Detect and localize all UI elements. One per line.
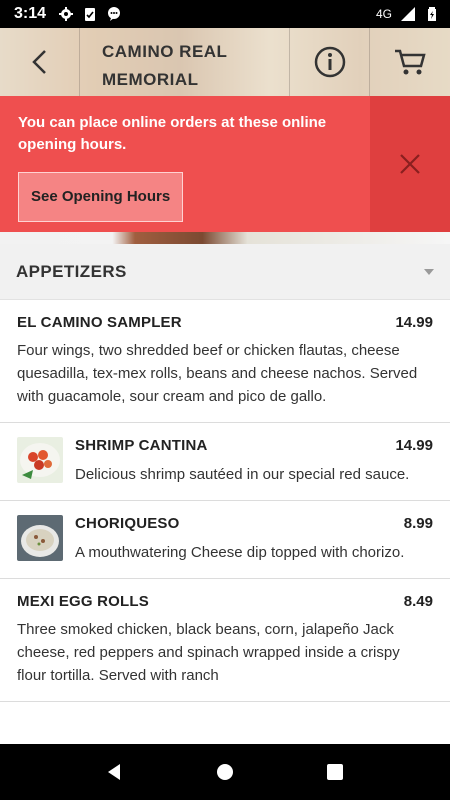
menu-item[interactable]: SHRIMP CANTINA 14.99 Delicious shrimp sa… — [0, 423, 450, 501]
clipboard-check-icon — [85, 8, 96, 21]
category-header-appetizers[interactable]: APPETIZERS — [0, 244, 450, 300]
menu-item[interactable]: CHORIQUESO 8.99 A mouthwatering Cheese d… — [0, 501, 450, 579]
menu-item-name: EL CAMINO SAMPLER — [17, 314, 182, 331]
menu-item-description: Delicious shrimp sautéed in our special … — [75, 466, 410, 483]
banner-close-button[interactable] — [370, 96, 450, 232]
menu-item-thumbnail — [17, 515, 63, 561]
restaurant-title-line1: CAMINO REAL — [102, 42, 228, 61]
info-button[interactable] — [290, 28, 370, 96]
system-navigation-bar — [0, 744, 450, 800]
menu-item-name: SHRIMP CANTINA — [75, 437, 208, 454]
restaurant-title-line2: MEMORIAL — [102, 70, 199, 89]
menu-item-description: Three smoked chicken, black beans, corn,… — [17, 621, 400, 684]
status-system-icons: 4G — [376, 6, 440, 22]
status-bar: 3:14 4G — [0, 0, 450, 28]
chat-bubble-icon — [108, 7, 121, 21]
info-icon — [314, 46, 345, 78]
category-title: APPETIZERS — [16, 261, 127, 281]
cart-icon — [395, 49, 426, 75]
restaurant-title: CAMINO REAL MEMORIAL — [80, 28, 290, 96]
menu-item-name: MEXI EGG ROLLS — [17, 593, 149, 610]
banner-content: You can place online orders at these onl… — [0, 96, 370, 232]
menu-item-list: EL CAMINO SAMPLER 14.99 Four wings, two … — [0, 300, 450, 744]
menu-item-description: Four wings, two shredded beef or chicken… — [17, 342, 418, 405]
menu-item-price: 14.99 — [395, 437, 433, 454]
opening-hours-banner: You can place online orders at these onl… — [0, 96, 450, 232]
hero-food-strip — [0, 232, 450, 244]
status-time: 3:14 — [14, 5, 47, 22]
nav-back-icon[interactable] — [105, 762, 125, 782]
battery-icon — [428, 7, 436, 21]
signal-icon — [401, 7, 415, 21]
menu-item-thumbnail — [17, 437, 63, 483]
close-icon — [400, 154, 420, 174]
menu-item[interactable]: EL CAMINO SAMPLER 14.99 Four wings, two … — [0, 300, 450, 423]
back-button[interactable] — [0, 28, 80, 96]
nav-recents-icon[interactable] — [325, 762, 345, 782]
banner-message: You can place online orders at these onl… — [18, 114, 327, 153]
menu-item[interactable]: MEXI EGG ROLLS 8.49 Three smoked chicken… — [0, 579, 450, 702]
menu-item-description: A mouthwatering Cheese dip topped with c… — [75, 544, 405, 561]
status-notification-icons — [58, 6, 122, 22]
network-type-label: 4G — [375, 7, 392, 21]
menu-item-price: 14.99 — [395, 314, 433, 331]
settings-gear-icon — [59, 7, 74, 21]
app-header: CAMINO REAL MEMORIAL — [0, 28, 450, 96]
cart-button[interactable] — [370, 28, 450, 96]
menu-item-name: CHORIQUESO — [75, 515, 180, 532]
see-opening-hours-button[interactable]: See Opening Hours — [18, 172, 184, 222]
menu-item-price: 8.49 — [403, 593, 433, 610]
nav-home-icon[interactable] — [215, 762, 235, 782]
back-arrow-icon — [31, 50, 46, 74]
menu-item-price: 8.99 — [403, 515, 433, 532]
caret-down-icon — [424, 268, 434, 275]
